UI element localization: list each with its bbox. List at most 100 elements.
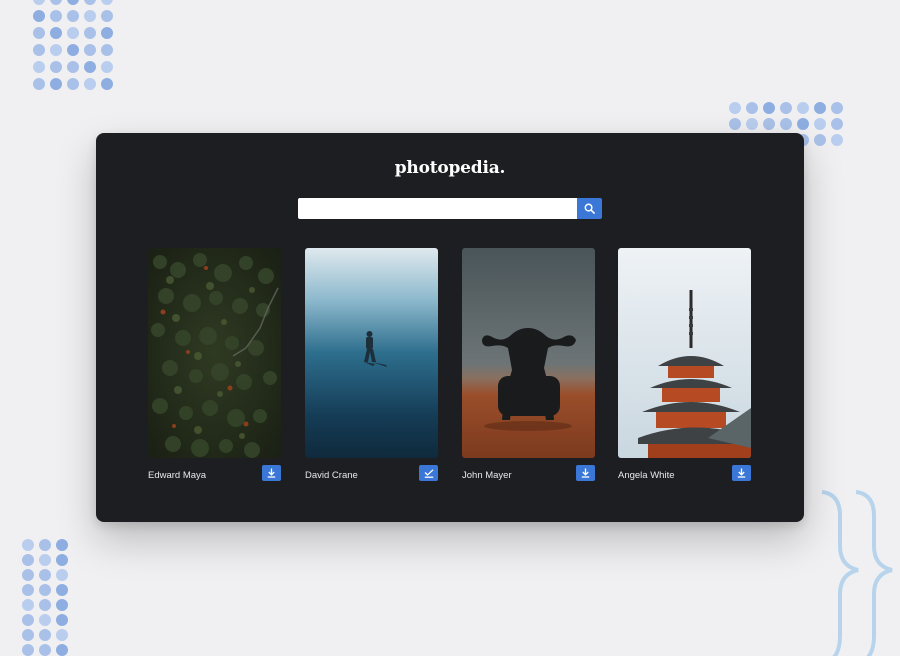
decorative-dot [56, 569, 68, 581]
decorative-dot [67, 78, 79, 90]
search-button[interactable] [577, 198, 602, 219]
decorative-dot [101, 61, 113, 73]
decorative-dot [50, 78, 62, 90]
decorative-dot [831, 118, 843, 130]
decorative-dot [84, 10, 96, 22]
decorative-dot [50, 0, 62, 5]
decorative-dot [33, 78, 45, 90]
decorative-dot [763, 102, 775, 114]
download-button[interactable] [732, 465, 751, 481]
download-icon [267, 468, 276, 478]
decorative-dot [101, 10, 113, 22]
photo-forest[interactable] [148, 248, 281, 458]
decorative-dot [33, 44, 45, 56]
photo-meta: David Crane [305, 465, 438, 481]
decorative-dot [797, 118, 809, 130]
decorative-dot [56, 629, 68, 641]
decorative-dot [56, 644, 68, 656]
decorative-dot [831, 134, 843, 146]
decorative-dot [746, 102, 758, 114]
decorative-dot [56, 539, 68, 551]
decorative-dot [22, 599, 34, 611]
photo-pagoda[interactable] [618, 248, 751, 458]
download-icon [581, 468, 590, 478]
decorative-dot [101, 27, 113, 39]
decorative-dot [780, 102, 792, 114]
decorative-dot [50, 44, 62, 56]
author-name: David Crane [305, 469, 358, 481]
decorative-dot [67, 10, 79, 22]
decorative-dot [84, 0, 96, 5]
decorative-dot [39, 599, 51, 611]
photo-meta: John Mayer [462, 465, 595, 481]
decorative-dot [67, 61, 79, 73]
downloaded-check-icon [424, 468, 433, 478]
decorative-dot [831, 102, 843, 114]
decorative-dot [56, 584, 68, 596]
decorative-dot [22, 569, 34, 581]
decorative-dot [56, 554, 68, 566]
author-name: John Mayer [462, 469, 512, 481]
photo-card: Edward Maya [148, 248, 281, 481]
decorative-dot [22, 629, 34, 641]
app-logo: photopedia. [394, 158, 506, 178]
download-button[interactable] [576, 465, 595, 481]
decorative-dot [746, 118, 758, 130]
decorative-dot [101, 0, 113, 5]
decorative-dot [67, 44, 79, 56]
decorative-dot [101, 78, 113, 90]
decorative-dot [39, 584, 51, 596]
decorative-dot [84, 78, 96, 90]
decorative-dot [814, 118, 826, 130]
decorative-dot [797, 102, 809, 114]
decorative-dot [50, 27, 62, 39]
download-button[interactable] [262, 465, 281, 481]
decorative-dot [22, 584, 34, 596]
decorative-dot [729, 118, 741, 130]
download-icon [737, 468, 746, 478]
decorative-dot [39, 629, 51, 641]
decorative-dot [22, 644, 34, 656]
search-bar [298, 198, 602, 219]
search-input[interactable] [298, 198, 577, 219]
decorative-dot [780, 118, 792, 130]
decorative-dot [22, 554, 34, 566]
decorative-dot [814, 102, 826, 114]
decorative-dot [50, 10, 62, 22]
decorative-dot [67, 0, 79, 5]
decorative-dot [33, 0, 45, 5]
decorative-braces [821, 490, 893, 656]
decorative-dot [22, 539, 34, 551]
download-button[interactable] [419, 465, 438, 481]
decorative-dot-grid-bottom-left [22, 539, 68, 656]
author-name: Angela White [618, 469, 675, 481]
photo-card: David Crane [305, 248, 438, 481]
decorative-dot [56, 614, 68, 626]
decorative-dot [101, 44, 113, 56]
decorative-dot [33, 10, 45, 22]
photo-card: John Mayer [462, 248, 595, 481]
decorative-dot [39, 554, 51, 566]
author-name: Edward Maya [148, 469, 207, 481]
photo-buffalo[interactable] [462, 248, 595, 458]
decorative-dot [67, 27, 79, 39]
search-icon [584, 203, 595, 214]
decorative-dot [22, 614, 34, 626]
decorative-dot [763, 118, 775, 130]
decorative-dot [729, 102, 741, 114]
app-window: photopedia. Edward Maya David Crane John… [96, 133, 804, 522]
decorative-dot [84, 27, 96, 39]
photo-meta: Angela White [618, 465, 751, 481]
photo-card: Angela White [618, 248, 751, 481]
decorative-dot [39, 614, 51, 626]
decorative-dot [39, 644, 51, 656]
decorative-dot [39, 539, 51, 551]
decorative-dot-grid-top-left [33, 0, 113, 90]
decorative-dot [33, 27, 45, 39]
photo-meta: Edward Maya [148, 465, 281, 481]
decorative-dot [39, 569, 51, 581]
decorative-dot [84, 44, 96, 56]
photo-diver[interactable] [305, 248, 438, 458]
decorative-dot [56, 599, 68, 611]
decorative-dot [814, 134, 826, 146]
